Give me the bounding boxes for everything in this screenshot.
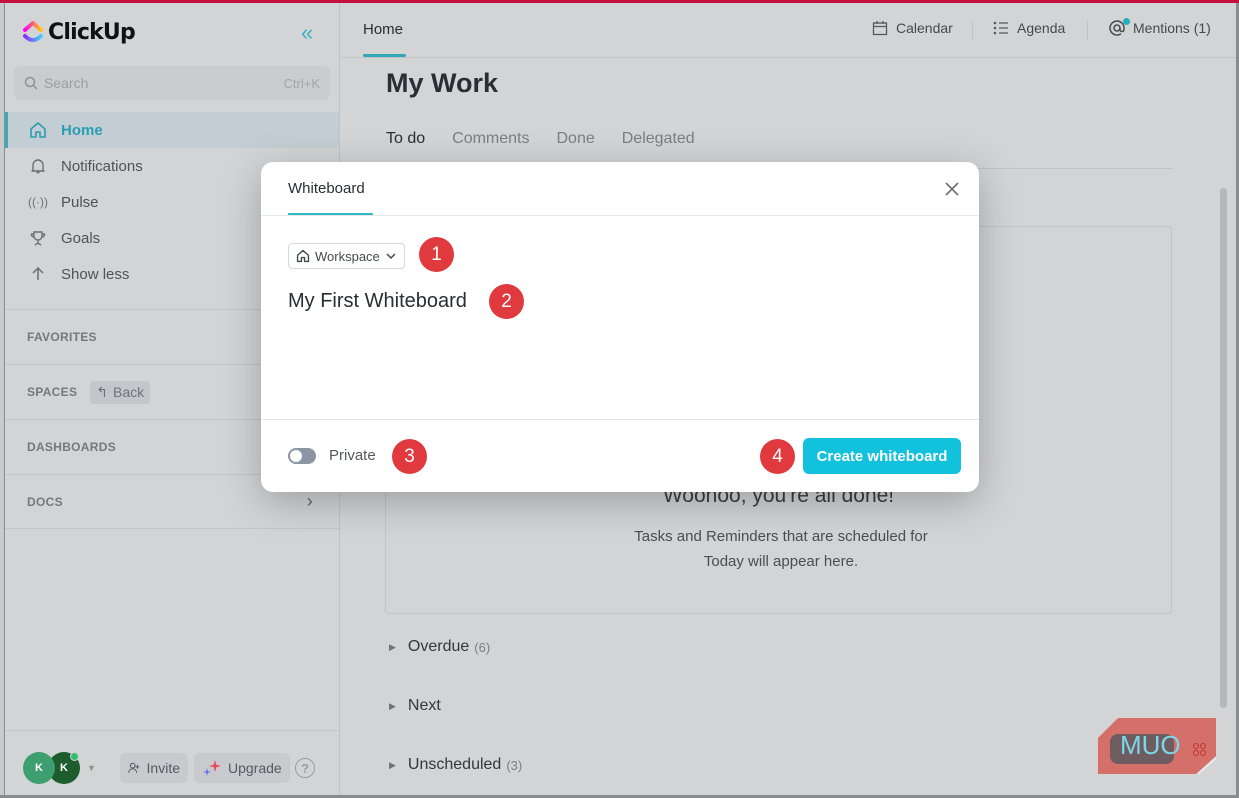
empty-state-subtitle: Tasks and Reminders that are scheduled f… (634, 528, 928, 570)
main-header: Home Calendar Agenda Mentions (1) (341, 3, 1236, 58)
agenda-button[interactable]: Agenda (993, 20, 1065, 36)
invite-button[interactable]: Invite (120, 753, 188, 783)
location-label: Workspace (315, 248, 380, 264)
header-divider (1087, 21, 1088, 41)
caret-down-icon[interactable]: ▼ (87, 763, 96, 773)
upgrade-label: Upgrade (228, 760, 282, 776)
bell-icon (28, 156, 48, 176)
group-unscheduled[interactable]: ▶ Unscheduled (3) (389, 756, 522, 774)
caret-right-icon: ▶ (389, 759, 396, 770)
my-work-tabs: To do Comments Done Delegated (386, 130, 695, 148)
search-placeholder: Search (44, 75, 89, 91)
group-label: Unscheduled (407, 756, 502, 773)
page-title: My Work (386, 68, 499, 98)
close-icon[interactable] (942, 179, 962, 199)
active-tab-indicator (363, 54, 406, 57)
help-icon[interactable]: ? (295, 758, 315, 778)
group-overdue[interactable]: ▶ Overdue (6) (389, 638, 490, 656)
list-icon (993, 21, 1008, 35)
group-count: (3) (506, 757, 523, 773)
spaces-back-button[interactable]: ↰ Back (90, 380, 151, 404)
online-status-dot (70, 752, 79, 761)
section-label: FAVORITES (27, 330, 97, 344)
collapse-sidebar-icon[interactable]: « (301, 22, 313, 44)
tab-comments[interactable]: Comments (452, 130, 529, 148)
group-count: (6) (474, 639, 491, 655)
caret-right-icon: ▶ (389, 700, 396, 711)
create-whiteboard-modal: Whiteboard Workspace 1 2 Private 3 4 Cre… (261, 162, 979, 492)
window-top-accent (0, 0, 1239, 3)
caret-right-icon: ▶ (389, 641, 396, 652)
location-dropdown[interactable]: Workspace (288, 243, 405, 269)
at-sign-icon (1109, 18, 1130, 36)
search-shortcut: Ctrl+K (283, 75, 320, 91)
agenda-label: Agenda (1017, 20, 1066, 36)
step-badge: 1 (419, 237, 454, 272)
back-label: Back (113, 384, 145, 400)
add-user-icon (128, 762, 140, 773)
step-badge: 4 (760, 439, 795, 474)
home-icon (28, 120, 48, 140)
tab-delegated[interactable]: Delegated (622, 130, 695, 148)
avatar[interactable]: K (23, 752, 55, 784)
clickup-logo[interactable]: ClickUp (22, 19, 136, 45)
search-input[interactable]: Search Ctrl+K (14, 66, 330, 100)
avatar-initial: K (35, 762, 43, 774)
arrow-up-icon (28, 264, 48, 284)
private-toggle[interactable] (288, 448, 316, 464)
clickup-logo-icon (23, 21, 43, 42)
header-divider (972, 21, 973, 41)
create-whiteboard-button[interactable]: Create whiteboard (803, 438, 961, 474)
avatar-initial: K (60, 762, 68, 774)
section-label: DOCS (27, 494, 63, 509)
mentions-label: Mentions (1) (1133, 20, 1211, 36)
back-arrow-icon: ↰ (96, 383, 108, 400)
step-badge: 3 (392, 439, 427, 474)
group-label: Overdue (407, 638, 470, 655)
calendar-label: Calendar (896, 20, 953, 36)
mentions-button[interactable]: Mentions (1) (1109, 18, 1211, 36)
divider (261, 419, 979, 420)
sidebar-item-label: Pulse (61, 193, 99, 211)
upgrade-button[interactable]: Upgrade (194, 753, 290, 783)
chevron-right-icon[interactable]: › (307, 491, 313, 512)
sidebar-item-label: Goals (61, 229, 101, 247)
tab-home[interactable]: Home (363, 21, 403, 38)
step-badge: 2 (489, 284, 524, 319)
private-label: Private (329, 447, 376, 464)
group-label: Next (407, 697, 441, 714)
tab-done[interactable]: Done (557, 130, 595, 148)
unread-dot (1123, 18, 1130, 25)
sidebar-item-label: Notifications (61, 157, 143, 175)
group-next[interactable]: ▶ Next (389, 697, 441, 715)
trophy-icon (28, 228, 48, 248)
calendar-button[interactable]: Calendar (872, 20, 953, 36)
toggle-knob (290, 450, 302, 462)
divider (261, 215, 979, 216)
watermark-text: MUO (1120, 730, 1181, 760)
sparkle-icon (203, 760, 221, 776)
app-name: ClickUp (48, 19, 136, 45)
invite-label: Invite (146, 760, 180, 776)
sidebar-footer: K K ▼ Invite Upgrade ? (5, 730, 339, 795)
help-glyph: ? (301, 760, 309, 776)
home-icon (296, 249, 310, 263)
sidebar-item-home[interactable]: Home (5, 112, 339, 148)
sidebar-item-label: Home (61, 121, 103, 139)
section-label: SPACES (27, 385, 78, 399)
section-label: DASHBOARDS (27, 440, 117, 454)
tab-to-do[interactable]: To do (386, 130, 425, 148)
pulse-icon: ((·)) (28, 195, 48, 209)
search-icon (24, 76, 38, 90)
whiteboard-name-input[interactable] (288, 290, 478, 313)
calendar-icon (872, 21, 888, 36)
sidebar-item-label: Show less (61, 265, 130, 283)
chevron-down-icon (386, 253, 396, 260)
scrollbar[interactable] (1220, 188, 1227, 708)
tab-whiteboard[interactable]: Whiteboard (288, 180, 365, 197)
muo-watermark-logo: MUO (1098, 718, 1217, 775)
